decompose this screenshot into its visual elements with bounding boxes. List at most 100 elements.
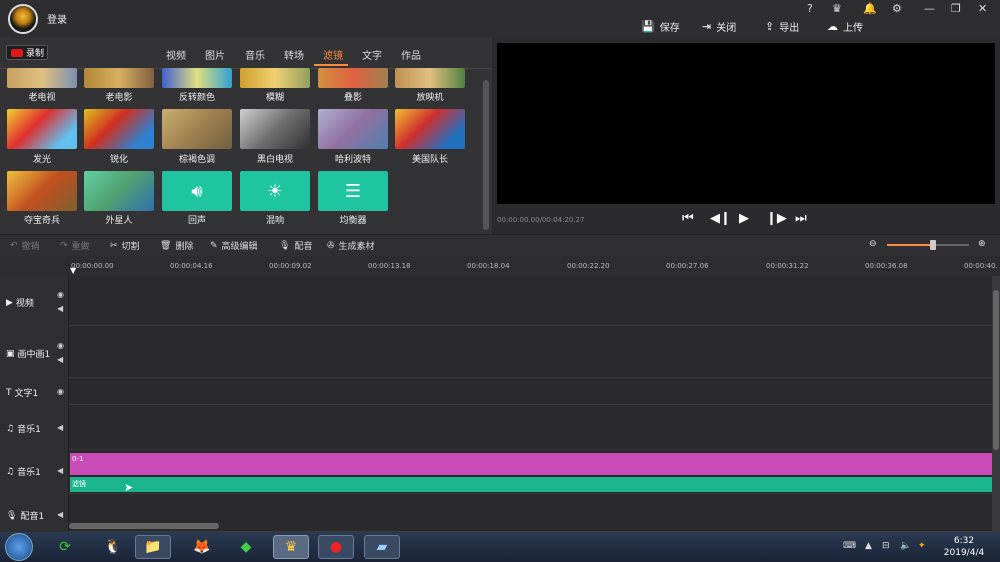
eye-icon[interactable]: ◉ — [57, 341, 64, 350]
cut-button[interactable]: ✂ 切割 — [110, 239, 140, 253]
filter-thumb[interactable] — [7, 171, 77, 211]
filter-thumb[interactable] — [318, 68, 388, 88]
save-icon: 💾 — [641, 20, 655, 33]
skip-end-icon[interactable]: ⏭ — [795, 211, 807, 226]
trash-icon: 🗑 — [160, 240, 172, 251]
equalizer-icon[interactable]: ☰ — [318, 171, 388, 211]
track-video: ▶ 视频 — [6, 297, 34, 310]
music-note-icon: ♫ — [6, 423, 15, 434]
filter-clip[interactable]: 滤镜 — [70, 477, 992, 492]
track-lane[interactable] — [69, 378, 992, 405]
restore-icon[interactable]: ❐ — [951, 2, 961, 15]
echo-icon[interactable]: 🔊︎ — [162, 171, 232, 211]
tab-transition[interactable]: 转场 — [284, 47, 304, 62]
tab-filter[interactable]: 滤镜 — [323, 47, 343, 62]
app-editor-icon[interactable]: ♛ — [273, 535, 309, 559]
network-icon[interactable]: ⊟ — [882, 541, 890, 551]
avatar[interactable] — [8, 4, 38, 34]
record-button[interactable]: 录制 — [6, 45, 48, 60]
speaker-icon[interactable]: ◀︎ — [57, 466, 63, 475]
filter-thumb[interactable] — [84, 171, 154, 211]
generate-material-button[interactable]: ✇ 生成素材 — [327, 239, 375, 253]
notification-icon[interactable]: ✦ — [918, 541, 926, 551]
filter-thumb[interactable] — [240, 109, 310, 149]
filter-thumb[interactable] — [7, 109, 77, 149]
filter-thumb[interactable] — [162, 109, 232, 149]
filter-label: 混响 — [265, 216, 284, 226]
speaker-icon[interactable]: ◀︎ — [57, 423, 63, 432]
app-qq-icon[interactable]: 🐧 — [95, 535, 131, 559]
music-note-icon: ♫ — [6, 466, 15, 477]
ruler-tick: 00:00:00.00 — [71, 262, 114, 270]
start-button[interactable] — [5, 533, 33, 561]
track-lane[interactable] — [69, 405, 992, 450]
filter-thumb[interactable] — [395, 109, 465, 149]
preview-time: 00:00:00.00/00:04:20.27 — [497, 216, 585, 224]
delete-button[interactable]: 🗑 删除 — [160, 239, 193, 253]
app-firefox-icon[interactable]: 🦊 — [184, 535, 220, 559]
timeline-vscroll-thumb[interactable] — [993, 290, 999, 450]
export-button[interactable]: ⇪ 导出 — [765, 19, 799, 34]
close-icon[interactable]: ✕ — [978, 2, 987, 15]
step-forward-icon[interactable]: ❙▶︎ — [766, 211, 787, 226]
speaker-icon[interactable]: ◀︎ — [57, 510, 63, 519]
filter-thumb[interactable] — [240, 68, 310, 88]
taskbar-clock[interactable]: 6:32 2019/4/4 — [940, 535, 988, 559]
step-back-icon[interactable]: ◀︎❙ — [710, 211, 731, 226]
filter-thumb[interactable] — [318, 109, 388, 149]
undo-button[interactable]: ↶ 撤销 — [10, 239, 40, 253]
speaker-icon[interactable]: ◀︎ — [57, 355, 63, 364]
app-recorder-icon[interactable]: ● — [318, 535, 354, 559]
gear-icon[interactable]: ⚙ — [892, 2, 902, 15]
keyboard-icon[interactable]: ⌨ — [843, 541, 856, 551]
tab-image[interactable]: 图片 — [205, 47, 225, 62]
ruler-tick: 00:00:09.02 — [269, 262, 312, 270]
zoom-in-icon[interactable]: ⊕ — [978, 239, 986, 249]
filter-thumb[interactable] — [7, 68, 77, 88]
app-player-icon[interactable]: ◆ — [228, 535, 264, 559]
dub-button[interactable]: 🎙 配音 — [279, 239, 312, 253]
exit-icon: ⇥ — [702, 20, 712, 33]
reverb-icon[interactable]: ☀ — [240, 171, 310, 211]
zoom-out-icon[interactable]: ⊖ — [869, 239, 877, 249]
app-window-icon[interactable]: ▰ — [364, 535, 400, 559]
record-icon — [11, 48, 23, 57]
eye-icon[interactable]: ◉ — [57, 387, 64, 396]
playhead-marker[interactable]: ▼ — [70, 266, 76, 275]
tab-works[interactable]: 作品 — [401, 47, 421, 62]
save-button[interactable]: 💾 保存 — [641, 19, 680, 34]
audio-clip[interactable]: 0-1 — [70, 453, 992, 475]
filter-thumb[interactable] — [84, 109, 154, 149]
login-link[interactable]: 登录 — [47, 11, 67, 26]
filter-label: 老电影 — [105, 93, 133, 103]
track-lane[interactable] — [69, 276, 992, 326]
advanced-edit-button[interactable]: ✎ 高级编辑 — [210, 239, 258, 253]
tab-video[interactable]: 视频 — [166, 47, 186, 62]
exit-button[interactable]: ⇥ 关闭 — [702, 19, 736, 34]
track-lane[interactable] — [69, 326, 992, 378]
bell-icon[interactable]: 🔔 — [863, 2, 877, 15]
track-dub: 🎙 配音1 — [6, 510, 45, 523]
tab-text[interactable]: 文字 — [362, 47, 382, 62]
skip-start-icon[interactable]: ⏮ — [682, 211, 694, 226]
upload-button[interactable]: ☁ 上传 — [827, 19, 863, 34]
redo-button[interactable]: ↷ 重做 — [60, 239, 90, 253]
crown-icon[interactable]: ♛ — [832, 2, 842, 15]
panel-scrollbar[interactable] — [483, 80, 489, 230]
play-icon[interactable]: ▶ — [739, 211, 749, 226]
filter-thumb[interactable] — [395, 68, 465, 88]
app-explorer-icon[interactable]: 📁 — [135, 535, 171, 559]
speaker-icon[interactable]: ◀︎ — [57, 304, 63, 313]
tab-music[interactable]: 音乐 — [245, 47, 265, 62]
app-360-icon[interactable]: ⟳ — [47, 535, 83, 559]
filter-thumb[interactable] — [162, 68, 232, 88]
help-icon[interactable]: ? — [807, 2, 813, 15]
volume-icon[interactable]: 🔈 — [900, 541, 911, 551]
minimize-icon[interactable]: — — [924, 2, 935, 15]
tray-expand-icon[interactable]: ▲ — [865, 541, 872, 551]
zoom-slider-handle[interactable] — [930, 240, 936, 250]
eye-icon[interactable]: ◉ — [57, 290, 64, 299]
track-text: T 文字1 — [6, 387, 39, 400]
filter-thumb[interactable] — [84, 68, 154, 88]
timeline-hscroll-thumb[interactable] — [69, 523, 219, 529]
